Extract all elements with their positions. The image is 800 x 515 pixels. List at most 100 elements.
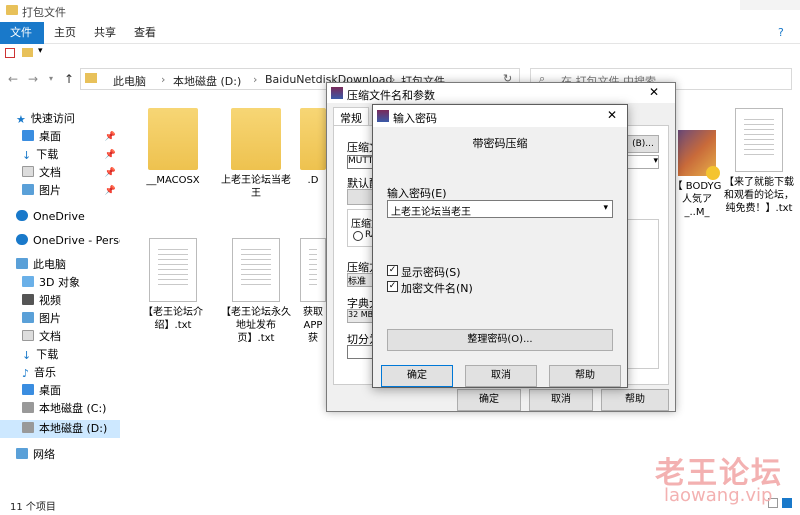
title-bar: 打包文件 — [0, 0, 800, 22]
chevron-down-icon[interactable]: ▾ — [38, 46, 43, 56]
document-icon — [22, 166, 34, 177]
sidebar-item-network[interactable]: 网络 — [16, 446, 136, 464]
dialog-title: 输入密码 — [393, 112, 437, 125]
chevron-down-icon[interactable]: ▾ — [44, 72, 58, 86]
browse-button[interactable]: (B)... — [627, 135, 659, 153]
tab-file[interactable]: 文件 — [0, 22, 44, 44]
file-item[interactable]: 获取APP 获 — [300, 238, 326, 345]
password-input[interactable]: 上老王论坛当老王 ▾ — [387, 200, 613, 218]
sidebar-item-downloads[interactable]: ↓ 下载 📌 — [22, 146, 120, 164]
file-item[interactable]: 【来了就能下载和观看的论坛，纯免费！】.txt — [724, 108, 794, 215]
file-item[interactable]: 【 BODYG 人気ア_..M_ — [672, 130, 722, 219]
sidebar-item-quick-access[interactable]: ★ 快速访问 — [16, 110, 136, 128]
dictionary-select[interactable]: 32 MB — [347, 309, 375, 323]
properties-icon[interactable] — [5, 48, 15, 58]
organize-passwords-button[interactable]: 整理密码(O)... — [387, 329, 613, 351]
pin-icon: 📌 — [104, 132, 116, 142]
text-file-icon — [149, 238, 197, 302]
navigation-pane: ★ 快速访问 桌面 📌 ↓ 下载 📌 文档 📌 图片 📌 OneDrive OneDrive… — [0, 104, 120, 494]
network-icon — [16, 448, 28, 459]
sidebar-item-pictures[interactable]: 图片 📌 — [22, 182, 120, 200]
folder-icon — [148, 108, 198, 170]
tab-share[interactable]: 共享 — [84, 22, 126, 44]
ribbon-tabs: 文件 主页 共享 查看 ? — [0, 22, 800, 44]
file-item[interactable]: .D — [300, 108, 326, 187]
picture-icon — [22, 312, 34, 323]
dialog-caption: 压缩文件名和参数 ✕ — [327, 83, 675, 103]
sidebar-item-music[interactable]: ♪ 音乐 — [22, 364, 142, 382]
file-item[interactable]: __MACOSX — [135, 108, 211, 187]
encrypt-names-checkbox[interactable]: ✓ — [387, 281, 398, 292]
rar-radio[interactable] — [353, 231, 363, 241]
file-name: 【来了就能下载和观看的论坛，纯免费！】.txt — [724, 177, 794, 214]
sidebar-item-label: 本地磁盘 (D:) — [39, 422, 108, 435]
tab-general[interactable]: 常规 — [333, 107, 369, 125]
file-item[interactable]: 上老王论坛当老王 — [218, 108, 294, 200]
file-name: 上老王论坛当老王 — [221, 175, 291, 199]
music-icon: ♪ — [22, 367, 30, 380]
file-name: .D — [307, 175, 319, 186]
sidebar-item-this-pc[interactable]: 此电脑 — [16, 256, 136, 274]
sidebar-item-onedrive[interactable]: OneDrive — [16, 208, 136, 226]
help-icon[interactable]: ? — [778, 26, 784, 39]
method-select[interactable]: 标准 — [347, 273, 375, 287]
archive-help-button[interactable]: 帮助 — [601, 389, 669, 411]
close-icon[interactable]: ✕ — [649, 85, 659, 99]
cloud-icon — [16, 234, 28, 245]
sidebar-item-documents[interactable]: 文档 📌 — [22, 164, 120, 182]
sidebar-item-drive-d[interactable]: 本地磁盘 (D:) — [0, 420, 120, 438]
forward-icon[interactable]: → — [26, 72, 40, 86]
archive-cancel-button[interactable]: 取消 — [529, 389, 593, 411]
breadcrumb-this-pc[interactable]: 此电脑 — [113, 73, 146, 89]
tab-home[interactable]: 主页 — [44, 22, 86, 44]
sidebar-item-documents-2[interactable]: 文档 — [22, 328, 142, 346]
sidebar-item-onedrive-personal[interactable]: OneDrive - Persona — [16, 232, 120, 250]
sidebar-item-label: 网络 — [33, 448, 55, 461]
password-value: 上老王论坛当老王 — [391, 207, 471, 218]
chevron-right-icon: › — [161, 73, 166, 86]
large-icons-view-icon[interactable] — [782, 498, 792, 508]
show-password-checkbox[interactable]: ✓ — [387, 265, 398, 276]
split-input[interactable] — [347, 345, 375, 359]
password-ok-button[interactable]: 确定 — [381, 365, 453, 387]
file-item[interactable]: 【老王论坛介绍】.txt — [135, 238, 211, 332]
sidebar-item-label: 视频 — [39, 294, 61, 307]
sidebar-item-label: 音乐 — [34, 366, 57, 379]
sidebar-item-label: 图片 — [39, 312, 61, 325]
sidebar-item-drive-c[interactable]: 本地磁盘 (C:) — [22, 400, 142, 418]
sidebar-item-desktop[interactable]: 桌面 📌 — [22, 128, 120, 146]
desktop-icon — [22, 384, 34, 395]
chevron-right-icon: › — [253, 73, 258, 86]
file-item[interactable]: 【老王论坛永久地址发布页】.txt — [218, 238, 294, 345]
folder-icon — [6, 5, 18, 15]
download-icon: ↓ — [22, 149, 32, 162]
quick-access-toolbar: ▾ — [0, 44, 800, 64]
password-cancel-button[interactable]: 取消 — [465, 365, 537, 387]
status-item-count: 11 个项目 — [10, 502, 56, 513]
new-folder-icon[interactable] — [22, 48, 33, 57]
text-file-icon — [735, 108, 783, 172]
sidebar-item-pictures-2[interactable]: 图片 — [22, 310, 142, 328]
options-panel — [627, 219, 659, 369]
sidebar-item-desktop-2[interactable]: 桌面 — [22, 382, 142, 400]
breadcrumb-drive-d[interactable]: 本地磁盘 (D:) — [173, 73, 241, 89]
archive-name-input[interactable]: MUTTO — [347, 155, 375, 169]
sidebar-item-3d[interactable]: 3D 对象 — [22, 274, 142, 292]
profiles-button[interactable] — [347, 189, 375, 205]
sidebar-item-videos[interactable]: 视频 — [22, 292, 142, 310]
tab-view[interactable]: 查看 — [124, 22, 166, 44]
sidebar-item-label: OneDrive — [33, 210, 85, 223]
text-file-icon — [232, 238, 280, 302]
folder-icon — [300, 108, 326, 170]
sidebar-item-downloads-2[interactable]: ↓ 下载 — [22, 346, 142, 364]
window-controls[interactable] — [740, 0, 800, 10]
sidebar-item-label: 图片 — [39, 184, 61, 197]
archive-ok-button[interactable]: 确定 — [457, 389, 521, 411]
chevron-down-icon[interactable]: ▾ — [627, 155, 659, 169]
password-help-button[interactable]: 帮助 — [549, 365, 621, 387]
up-icon[interactable]: ↑ — [62, 72, 76, 86]
sidebar-item-label: 此电脑 — [33, 258, 66, 271]
back-icon[interactable]: ← — [6, 72, 20, 86]
chevron-down-icon[interactable]: ▾ — [603, 203, 608, 213]
close-icon[interactable]: ✕ — [607, 108, 617, 122]
